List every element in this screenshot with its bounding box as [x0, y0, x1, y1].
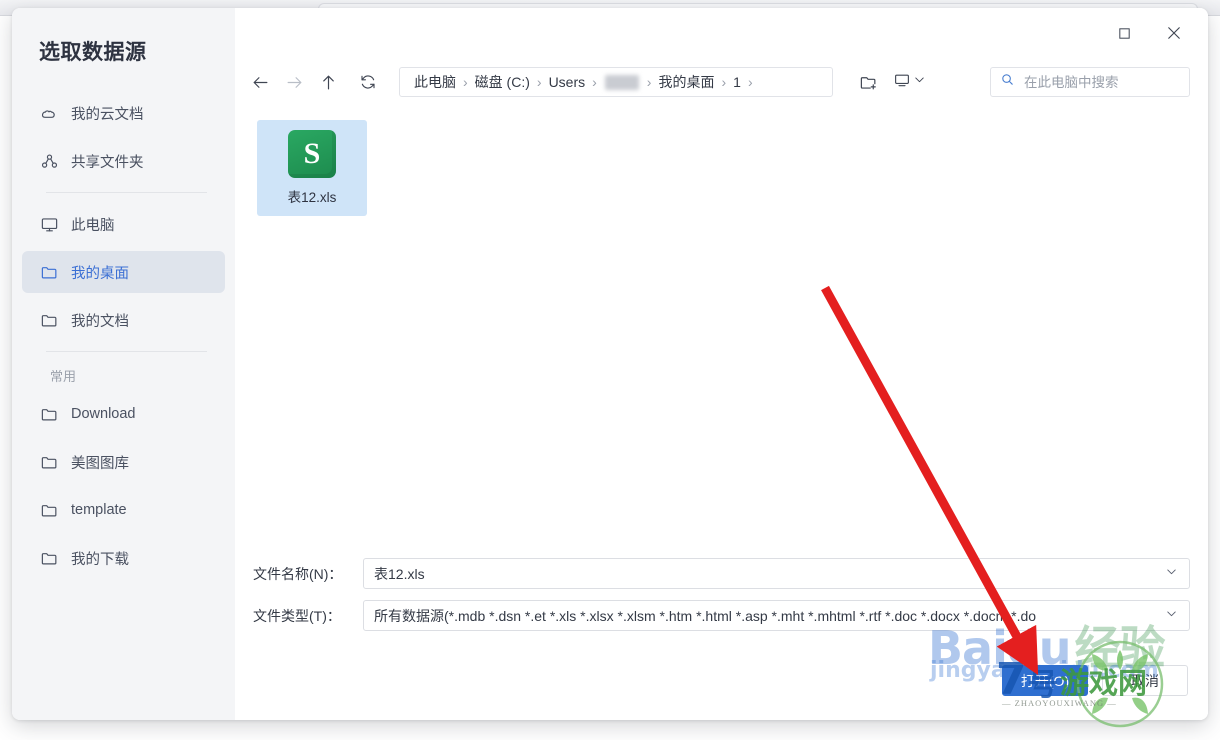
open-button[interactable]: 打开(O)	[1002, 665, 1088, 696]
filetype-label: 文件类型(T)：	[253, 607, 341, 624]
sidebar-item-meitu-gallery[interactable]: 美图图库	[22, 441, 225, 483]
sidebar-item-label: 我的下载	[71, 551, 129, 568]
toolbar-actions	[851, 66, 931, 98]
sidebar-divider-1	[46, 192, 207, 193]
dialog-buttons: 打开(O) 取消	[1002, 665, 1188, 696]
filename-input[interactable]: 表12.xls	[363, 558, 1190, 589]
sidebar-item-this-pc[interactable]: 此电脑	[22, 203, 225, 245]
refresh-button[interactable]	[351, 65, 385, 99]
sidebar-nav-list: 我的云文档 共享文件夹 此电脑 我的桌面 我的文档 常用 Download 美图…	[12, 92, 235, 579]
chevron-down-icon[interactable]	[1164, 606, 1179, 626]
monitor-icon	[893, 71, 911, 94]
view-mode-button[interactable]	[889, 71, 931, 94]
file-list[interactable]: S 表12.xls	[253, 116, 1190, 580]
screen: 选取数据源 我的云文档 共享文件夹 此电脑 我的桌面 我的文档 常用 Downl…	[0, 0, 1220, 740]
main-panel: 此电脑 › 磁盘 (C:) › Users › › 我的桌面 › 1 › 在此电…	[235, 8, 1208, 720]
chevron-right-icon: ›	[592, 74, 597, 90]
sidebar-item-my-cloud-docs[interactable]: 我的云文档	[22, 92, 225, 134]
sidebar-group-title: 常用	[50, 369, 77, 384]
sidebar-item-label: 我的文档	[71, 313, 129, 330]
folder-icon	[40, 501, 59, 520]
filename-value: 表12.xls	[374, 565, 425, 582]
folder-icon	[40, 311, 59, 330]
dialog-title: 选取数据源	[39, 41, 147, 64]
breadcrumb[interactable]: 此电脑 › 磁盘 (C:) › Users › › 我的桌面 › 1 ›	[399, 67, 833, 97]
chevron-down-icon[interactable]	[1164, 564, 1179, 584]
select-data-source-dialog: 选取数据源 我的云文档 共享文件夹 此电脑 我的桌面 我的文档 常用 Downl…	[12, 8, 1208, 720]
sidebar-item-my-downloads[interactable]: 我的下载	[22, 537, 225, 579]
sidebar-item-shared-folder[interactable]: 共享文件夹	[22, 140, 225, 182]
sidebar-item-label: Download	[71, 406, 136, 422]
close-button[interactable]	[1154, 16, 1194, 50]
sidebar-item-label: 共享文件夹	[71, 154, 144, 171]
folder-icon	[40, 263, 59, 282]
sidebar-divider-2	[46, 351, 207, 352]
up-button[interactable]	[311, 65, 345, 99]
chevron-right-icon: ›	[721, 74, 727, 90]
cloud-icon	[40, 104, 59, 123]
sidebar-item-label: template	[71, 502, 127, 518]
sidebar-item-my-documents[interactable]: 我的文档	[22, 299, 225, 341]
breadcrumb-item-my-desktop[interactable]: 我的桌面	[652, 72, 720, 92]
folder-icon	[40, 453, 59, 472]
sidebar-item-template[interactable]: template	[22, 489, 225, 531]
filename-row: 文件名称(N)： 表12.xls	[253, 558, 1190, 589]
breadcrumb-item-1[interactable]: 1	[727, 74, 747, 90]
sidebar-item-label: 此电脑	[71, 217, 115, 234]
sidebar: 选取数据源 我的云文档 共享文件夹 此电脑 我的桌面 我的文档 常用 Downl…	[12, 8, 235, 720]
file-item-biao12-xls[interactable]: S 表12.xls	[257, 120, 367, 216]
chevron-right-icon: ›	[463, 74, 468, 90]
back-button[interactable]	[243, 65, 277, 99]
filetype-value: 所有数据源(*.mdb *.dsn *.et *.xls *.xlsx *.xl…	[374, 607, 1037, 624]
filetype-select[interactable]: 所有数据源(*.mdb *.dsn *.et *.xls *.xlsx *.xl…	[363, 600, 1190, 631]
sidebar-item-my-desktop[interactable]: 我的桌面	[22, 251, 225, 293]
share-icon	[40, 152, 59, 171]
new-folder-icon[interactable]	[851, 66, 885, 98]
sidebar-item-label: 我的桌面	[71, 265, 129, 282]
folder-icon	[40, 405, 59, 424]
search-box[interactable]	[990, 67, 1190, 97]
file-fields: 文件名称(N)： 表12.xls 文件类型(T)： 所有数据源(*.mdb *.…	[253, 558, 1190, 642]
filetype-row: 文件类型(T)： 所有数据源(*.mdb *.dsn *.et *.xls *.…	[253, 600, 1190, 631]
breadcrumb-item-disk-c[interactable]: 磁盘 (C:)	[469, 72, 536, 92]
sidebar-item-label: 我的云文档	[71, 106, 144, 123]
breadcrumb-item-this-pc[interactable]: 此电脑	[408, 72, 462, 92]
maximize-button[interactable]	[1104, 16, 1144, 50]
breadcrumb-item-username-redacted[interactable]	[604, 74, 639, 90]
monitor-icon	[40, 215, 59, 234]
window-controls	[1104, 16, 1194, 50]
toolbar: 此电脑 › 磁盘 (C:) › Users › › 我的桌面 › 1 ›	[235, 60, 1208, 104]
chevron-right-icon: ›	[646, 74, 652, 90]
chevron-down-icon	[912, 72, 927, 92]
chevron-right-icon: ›	[747, 74, 753, 90]
filename-label: 文件名称(N)：	[253, 565, 343, 582]
breadcrumb-item-users[interactable]: Users	[543, 74, 592, 90]
excel-file-icon: S	[288, 130, 336, 178]
folder-icon	[40, 549, 59, 568]
sidebar-item-label: 美图图库	[71, 455, 129, 472]
chevron-right-icon: ›	[536, 74, 542, 90]
search-input[interactable]	[1022, 73, 1180, 91]
sidebar-item-download[interactable]: Download	[22, 393, 225, 435]
cancel-button[interactable]: 取消	[1102, 665, 1188, 696]
forward-button[interactable]	[277, 65, 311, 99]
search-icon	[1000, 72, 1015, 92]
file-name-label: 表12.xls	[287, 190, 337, 205]
